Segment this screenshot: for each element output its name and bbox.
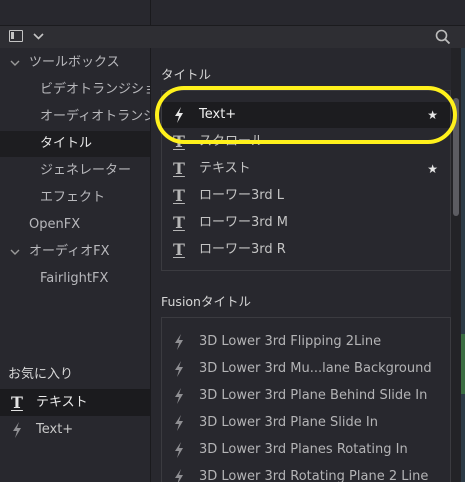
favorite-star-icon[interactable]: ★ (427, 102, 438, 128)
sidebar-item-label: エフェクト (40, 190, 106, 205)
title-row-lower-3rd-r[interactable]: T ローワー3rd R (162, 237, 450, 263)
title-row-label: ローワー3rd M (199, 215, 288, 230)
text-t-icon: T (173, 213, 185, 232)
search-icon[interactable] (435, 29, 451, 45)
viewer-edge-accent (461, 334, 465, 394)
text-t-icon: T (173, 186, 185, 205)
sidebar-item-label: オーディオトランジ... (40, 109, 150, 124)
sidebar-item-generators[interactable]: ジェネレーター (0, 158, 150, 184)
fusion-row[interactable]: 3D Lower 3rd Rotating Plane 2 Line (162, 464, 450, 482)
sidebar-item-audio-fx[interactable]: オーディオFX (0, 239, 150, 265)
title-row-label: ローワー3rd L (199, 188, 285, 203)
fusion-row-label: 3D Lower 3rd Mu...lane Background (199, 361, 432, 376)
lightning-icon (173, 437, 189, 463)
scrollbar[interactable] (451, 48, 461, 482)
caret-down-icon (10, 239, 20, 265)
chevron-down-icon (33, 28, 44, 47)
sidebar-item-label: タイトル (40, 136, 93, 151)
title-row-lower-3rd-l[interactable]: T ローワー3rd L (162, 183, 450, 209)
sidebar-item-label: FairlightFX (40, 271, 109, 286)
text-t-icon: T (173, 159, 185, 178)
effects-sidebar: ツールボックス ビデオトランジション オーディオトランジ... タイトル ジェネ… (0, 48, 151, 482)
fusion-titles-list: 3D Lower 3rd Flipping 2Line 3D Lower 3rd… (161, 317, 451, 482)
lightning-icon (173, 356, 189, 382)
lightning-icon (173, 383, 189, 409)
sidebar-item-audio-transitions[interactable]: オーディオトランジ... (0, 104, 150, 130)
viewer-edge (461, 48, 465, 482)
title-row-label: ローワー3rd R (199, 242, 286, 257)
title-row-label: Text+ (199, 107, 237, 122)
favorite-item-text[interactable]: T テキスト (0, 390, 150, 416)
favorite-item-label: テキスト (36, 395, 88, 410)
fusion-row[interactable]: 3D Lower 3rd Plane Slide In (162, 410, 450, 436)
favorites-header: お気に入り (0, 360, 150, 390)
lightning-icon (173, 410, 189, 436)
text-t-icon: T (173, 132, 185, 151)
fusion-row[interactable]: 3D Lower 3rd Flipping 2Line (162, 329, 450, 355)
top-divider (150, 0, 151, 25)
titles-list: Text+ ★ T スクロール T テキスト ★ T ローワー3rd L T ロ… (161, 90, 451, 271)
fusion-row[interactable]: 3D Lower 3rd Planes Rotating In (162, 437, 450, 463)
fusion-row-label: 3D Lower 3rd Flipping 2Line (199, 334, 382, 349)
toolbar (0, 25, 465, 49)
sidebar-item-label: OpenFX (29, 217, 81, 232)
favorite-item-label: Text+ (36, 422, 74, 437)
sidebar-item-titles[interactable]: タイトル (0, 131, 150, 157)
sidebar-item-label: ツールボックス (29, 55, 120, 70)
sidebar-item-video-transitions[interactable]: ビデオトランジション (0, 77, 150, 103)
sidebar-panel-icon (9, 30, 23, 42)
title-row-label: テキスト (199, 161, 251, 176)
top-strip (0, 0, 465, 25)
lightning-icon (11, 417, 23, 438)
sidebar-item-label: ビデオトランジション (40, 82, 150, 97)
lightning-icon (173, 329, 189, 355)
fusion-titles-header: Fusionタイトル (161, 294, 251, 309)
favorite-star-icon[interactable]: ★ (427, 156, 438, 182)
lightning-icon (173, 102, 189, 128)
caret-down-icon (10, 50, 20, 76)
panel-toggle-button[interactable] (9, 29, 45, 45)
title-row-lower-3rd-m[interactable]: T ローワー3rd M (162, 210, 450, 236)
fusion-row-label: 3D Lower 3rd Plane Slide In (199, 415, 378, 430)
text-t-icon: T (11, 393, 23, 412)
title-row-text[interactable]: T テキスト ★ (162, 156, 450, 182)
sidebar-item-openfx[interactable]: OpenFX (0, 212, 150, 238)
fusion-row[interactable]: 3D Lower 3rd Plane Behind Slide In (162, 383, 450, 409)
titles-section-header: タイトル (161, 67, 212, 82)
title-row-scroll[interactable]: T スクロール (162, 129, 450, 155)
sidebar-item-effects[interactable]: エフェクト (0, 185, 150, 211)
scrollbar-thumb[interactable] (453, 98, 459, 216)
fusion-row[interactable]: 3D Lower 3rd Mu...lane Background (162, 356, 450, 382)
fusion-row-label: 3D Lower 3rd Plane Behind Slide In (199, 388, 428, 403)
sidebar-item-label: オーディオFX (29, 244, 110, 259)
title-row-label: スクロール (199, 134, 265, 149)
sidebar-item-toolbox[interactable]: ツールボックス (0, 50, 150, 76)
favorite-item-textplus[interactable]: Text+ (0, 417, 150, 443)
text-t-icon: T (173, 240, 185, 259)
sidebar-item-label: ジェネレーター (40, 163, 132, 178)
titles-panel: タイトル Text+ ★ T スクロール T テキスト ★ T ローワー3rd … (151, 48, 451, 482)
lightning-icon (173, 464, 189, 482)
title-row-textplus[interactable]: Text+ ★ (162, 102, 450, 128)
sidebar-item-fairlightfx[interactable]: FairlightFX (0, 266, 150, 292)
fusion-row-label: 3D Lower 3rd Rotating Plane 2 Line (199, 469, 429, 482)
fusion-row-label: 3D Lower 3rd Planes Rotating In (199, 442, 408, 457)
